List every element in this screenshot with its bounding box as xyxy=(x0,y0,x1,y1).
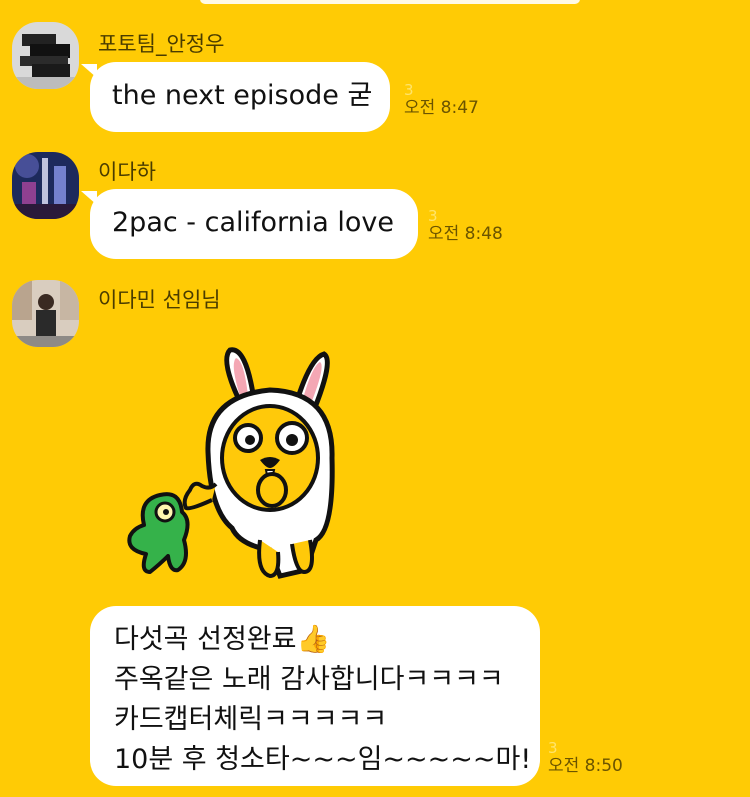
message-meta: 3 오전 8:47 xyxy=(404,82,479,118)
rabbit-sticker-icon[interactable] xyxy=(120,340,350,585)
message-time: 오전 8:50 xyxy=(548,756,623,776)
message-text: 2pac - california love xyxy=(112,207,395,238)
avatar-photo-icon xyxy=(12,22,79,89)
message-line: 카드캡터체릭ㅋㅋㅋㅋㅋ xyxy=(114,704,388,735)
avatar-lee-daha[interactable] xyxy=(12,152,79,219)
unread-count: 3 xyxy=(428,207,438,225)
unread-count: 3 xyxy=(548,739,558,757)
avatar-lee-damin[interactable] xyxy=(12,280,79,347)
avatar-photo-icon xyxy=(12,152,79,219)
sender-name: 포토팀_안정우 xyxy=(98,32,225,56)
message-bubble[interactable]: 다섯곡 선정완료👍 주옥같은 노래 감사합니다ㅋㅋㅋㅋ 카드캡터체릭ㅋㅋㅋㅋㅋ … xyxy=(90,606,540,786)
message-time: 오전 8:47 xyxy=(404,98,479,118)
avatar-photo-icon xyxy=(12,280,79,347)
message-bubble[interactable]: 2pac - california love xyxy=(81,189,418,259)
message-line: 다섯곡 선정완료👍 xyxy=(114,624,331,655)
message-bubble[interactable]: the next episode 굳 xyxy=(81,62,390,132)
unread-count: 3 xyxy=(404,81,414,99)
avatar-ahn-jeongwoo[interactable] xyxy=(12,22,79,89)
message-meta: 3 오전 8:50 xyxy=(548,740,623,776)
message-line: 주옥같은 노래 감사합니다ㅋㅋㅋㅋ xyxy=(114,664,504,695)
message-text: the next episode 굳 xyxy=(112,80,373,111)
previous-message-bubble-edge xyxy=(200,0,580,4)
message-time: 오전 8:48 xyxy=(428,224,503,244)
message-line: 10분 후 청소타~~~임~~~~~마! xyxy=(114,744,532,775)
message-meta: 3 오전 8:48 xyxy=(428,208,503,244)
sender-name: 이다하 xyxy=(98,160,156,184)
sender-name: 이다민 선임님 xyxy=(98,288,221,312)
